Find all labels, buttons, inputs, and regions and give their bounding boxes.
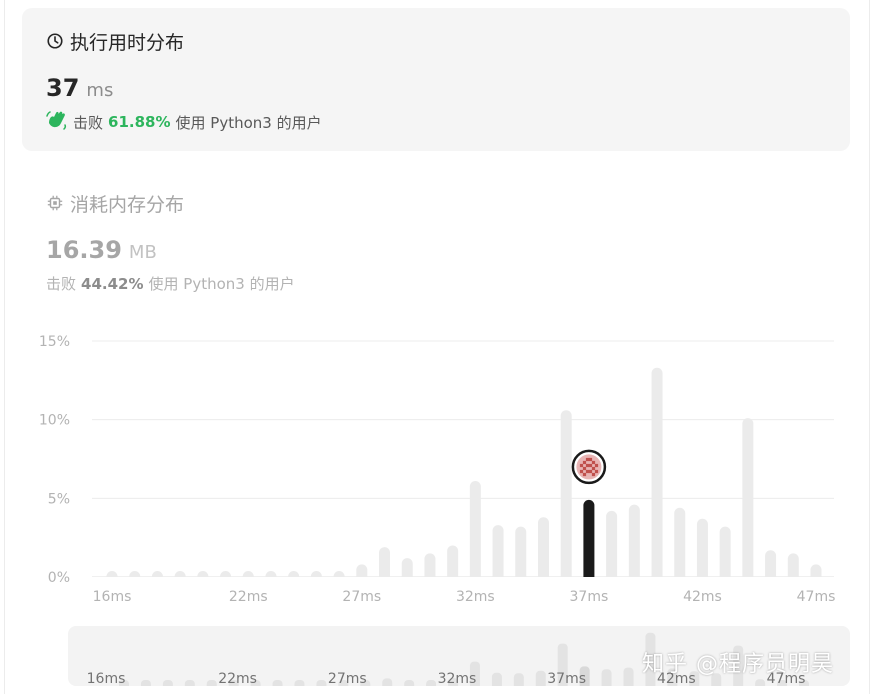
runtime-card[interactable]: 执行用时分布 37 ms 击败 61.88% 使用 Python3 的用户 [22,8,850,151]
distribution-bar[interactable] [628,504,640,583]
memory-unit: MB [128,242,157,263]
runtime-value: 37 ms [46,74,113,102]
brush-bar [404,680,415,686]
distribution-bar[interactable] [742,418,754,583]
runtime-title-text: 执行用时分布 [70,31,185,54]
x-tick-label: 47ms [797,589,836,605]
brush-bar [755,679,766,686]
memory-beats-percent: 44.42% [81,274,144,293]
distribution-bar[interactable] [606,510,618,583]
memory-beats-suffix: 使用 Python3 的用户 [148,275,295,293]
x-tick-label: 32ms [456,589,495,605]
brush-tick-label: 37ms [547,671,586,686]
distribution-bar[interactable] [651,367,663,583]
brush-tick-label: 32ms [438,671,477,686]
distribution-bar[interactable] [492,525,504,583]
memory-value: 16.39 MB [46,236,157,264]
brush-tick-label: 16ms [87,671,126,686]
runtime-beats-percent: 61.88% [108,113,171,131]
brush-bar [184,680,195,686]
distribution-bar[interactable] [537,517,549,583]
brush-bar [294,680,305,686]
brush-bar [140,680,151,686]
y-tick-label: 15% [39,334,70,350]
brush-bar [491,672,502,686]
distribution-bar[interactable] [515,526,527,583]
brush-tick-label: 27ms [328,671,367,686]
x-tick-label: 27ms [342,589,381,605]
x-tick-label: 22ms [229,589,268,605]
memory-beats: 击败 44.42% 使用 Python3 的用户 [46,273,295,294]
x-tick-label: 16ms [93,589,132,605]
runtime-distribution-chart[interactable]: 0% 5% 10% 15% 16ms 22ms 27ms 32ms 37ms 42ms 47ms [0,320,876,620]
brush-bar [162,680,173,686]
brush-bar [623,667,634,686]
distribution-bar[interactable] [469,481,481,583]
runtime-section-title: 执行用时分布 [46,28,184,54]
memory-card[interactable]: 消耗内存分布 16.39 MB 击败 44.42% 使用 Python3 的用户 [22,180,850,310]
memory-beats-prefix: 击败 [46,275,77,293]
brush-bar [272,680,283,686]
chip-icon [46,194,64,212]
runtime-beats-suffix: 使用 Python3 的用户 [175,113,322,132]
runtime-beats-prefix: 击败 [73,113,104,132]
user-avatar-icon [571,449,607,485]
distribution-bar[interactable] [719,526,731,583]
brush-bar [513,673,524,686]
x-tick-label: 37ms [570,589,609,605]
distribution-bar[interactable] [674,507,686,583]
memory-section-title: 消耗内存分布 [46,190,184,216]
brush-bar [426,680,437,686]
memory-number: 16.39 [46,236,122,264]
clapping-hand-icon [46,110,68,134]
distribution-bar[interactable] [560,410,572,583]
highlighted-bar[interactable] [583,499,595,583]
x-tick-label: 42ms [683,589,722,605]
runtime-number: 37 [46,74,80,102]
runtime-unit: ms [86,80,114,101]
clock-icon [46,32,64,50]
brush-bar [206,680,217,686]
y-tick-label: 10% [39,413,70,429]
brush-tick-label: 22ms [218,671,257,686]
memory-title-text: 消耗内存分布 [70,193,185,216]
watermark-text: 知乎 @程序员明昊 [642,652,834,677]
brush-bar [316,680,327,686]
y-tick-label: 0% [48,570,70,586]
bar-baseline-mask [87,577,839,585]
y-tick-label: 5% [48,491,70,507]
brush-bar [535,670,546,686]
brush-bar [601,669,612,686]
runtime-beats: 击败 61.88% 使用 Python3 的用户 [46,110,322,134]
brush-bar [382,678,393,686]
distribution-bar[interactable] [696,518,708,583]
